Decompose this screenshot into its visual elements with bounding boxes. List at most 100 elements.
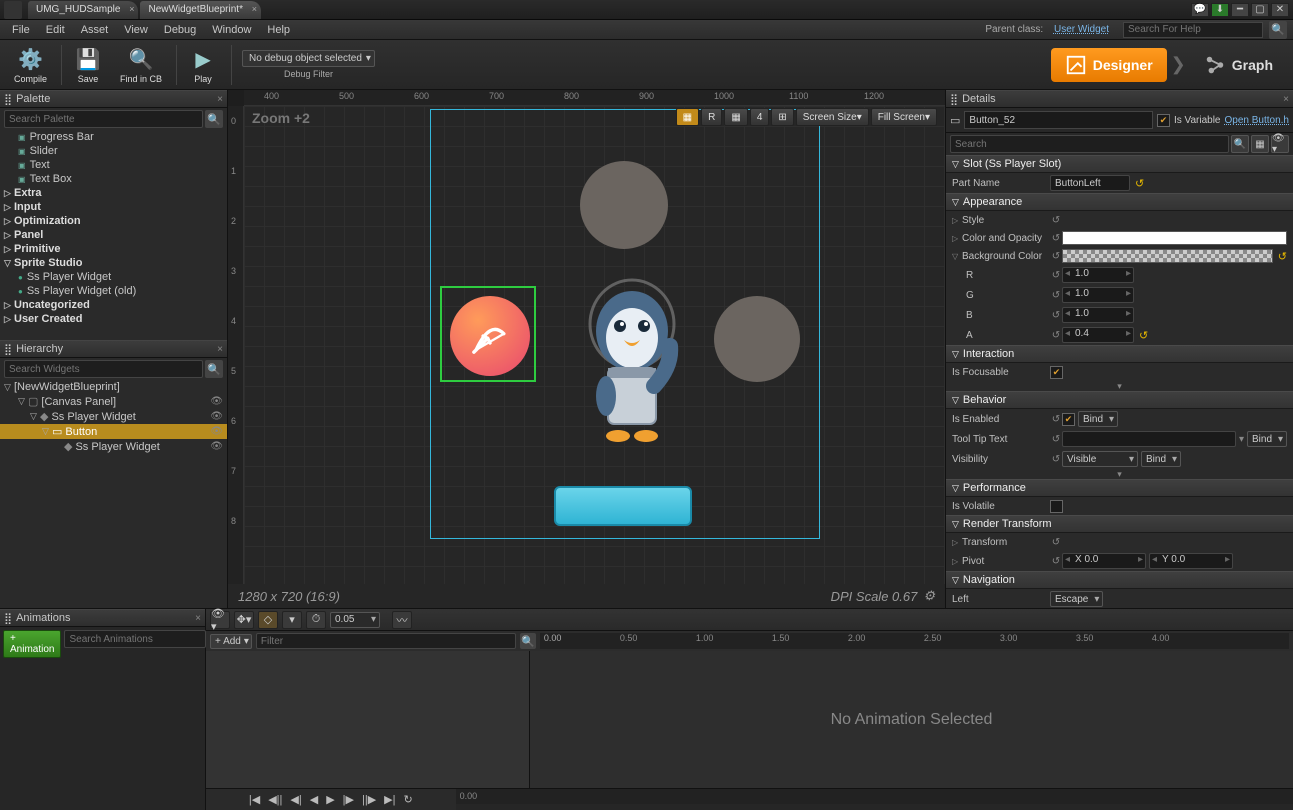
compile-button[interactable]: ⚙️ Compile <box>6 43 55 86</box>
add-animation-button[interactable]: + Animation <box>3 630 61 658</box>
is-volatile-checkbox[interactable] <box>1050 500 1063 513</box>
view-toggle[interactable]: 👁▾ <box>210 611 230 629</box>
screen-size-dropdown[interactable]: Screen Size ▾ <box>796 108 869 126</box>
reset-icon[interactable]: ↺ <box>1050 290 1062 301</box>
bind-dropdown[interactable]: Bind <box>1141 451 1181 467</box>
palette-item[interactable]: ▣Progress Bar <box>0 130 227 144</box>
frame-forward-icon[interactable]: |▶ <box>341 793 356 806</box>
palette-category[interactable]: ▷Panel <box>0 228 227 242</box>
bind-dropdown[interactable]: Bind <box>1078 411 1118 427</box>
document-tab[interactable]: NewWidgetBlueprint* × <box>140 1 261 19</box>
snap-toggle[interactable]: ✥▾ <box>234 611 254 629</box>
details-search[interactable] <box>950 135 1229 153</box>
goto-end-icon[interactable]: ▶| <box>382 793 397 806</box>
grid-snap-value[interactable]: 4 <box>750 108 770 126</box>
hierarchy-item[interactable]: ▽◆Ss Player Widget👁 <box>0 409 227 424</box>
notification-icon[interactable]: 💬 <box>1191 3 1209 17</box>
menu-asset[interactable]: Asset <box>73 24 117 36</box>
palette-category[interactable]: ▷User Created <box>0 312 227 326</box>
reset-icon[interactable]: ↺ <box>1050 537 1062 548</box>
menu-window[interactable]: Window <box>204 24 259 36</box>
hierarchy-search[interactable] <box>4 360 203 378</box>
palette-item[interactable]: ▣Slider <box>0 144 227 158</box>
palette-category[interactable]: ▷Input <box>0 200 227 214</box>
fps-dropdown[interactable]: 0.05 <box>330 612 380 628</box>
palette-category[interactable]: ▷Optimization <box>0 214 227 228</box>
palette-item[interactable]: ▣Text Box <box>0 172 227 186</box>
g-value[interactable]: 1.0 <box>1062 287 1134 303</box>
key-dropdown[interactable]: ▾ <box>282 611 302 629</box>
reset-icon[interactable]: ↺ <box>1278 250 1287 263</box>
parent-class-link[interactable]: User Widget <box>1054 24 1109 35</box>
reset-icon[interactable]: ↺ <box>1050 233 1062 244</box>
graph-mode-tab[interactable]: Graph <box>1190 48 1287 82</box>
category-appearance[interactable]: ▽Appearance <box>946 193 1293 211</box>
category-performance[interactable]: ▽Performance <box>946 479 1293 497</box>
category-interaction[interactable]: ▽Interaction <box>946 345 1293 363</box>
reset-icon[interactable]: ↺ <box>1050 454 1062 465</box>
r-value[interactable]: 1.0 <box>1062 267 1134 283</box>
expand-icon[interactable]: ▾ <box>946 469 1293 479</box>
menu-edit[interactable]: Edit <box>38 24 73 36</box>
category-navigation[interactable]: ▽Navigation <box>946 571 1293 589</box>
bind-dropdown[interactable]: Bind <box>1247 431 1287 447</box>
palette-search[interactable] <box>4 110 203 128</box>
search-icon[interactable]: 🔍 <box>1269 21 1287 39</box>
canvas[interactable]: Zoom +2 <box>244 106 945 584</box>
source-control-icon[interactable]: ⬇ <box>1211 3 1229 17</box>
reset-icon[interactable]: ↺ <box>1050 434 1062 445</box>
palette-item[interactable]: ▣Text <box>0 158 227 172</box>
close-icon[interactable]: × <box>217 94 223 105</box>
color-swatch[interactable] <box>1062 249 1273 263</box>
timeline-ruler[interactable]: 0.00 0.50 1.00 1.50 2.00 2.50 3.00 3.50 … <box>540 633 1289 649</box>
viewport[interactable]: 400 500 600 700 800 900 1000 1100 1200 0… <box>228 90 945 608</box>
hierarchy-root[interactable]: ▽[NewWidgetBlueprint] <box>0 380 227 394</box>
category-render[interactable]: ▽Render Transform <box>946 515 1293 533</box>
timeline-body[interactable]: No Animation Selected <box>530 651 1293 788</box>
close-button[interactable]: ✕ <box>1271 3 1289 17</box>
palette-category[interactable]: ▷Uncategorized <box>0 298 227 312</box>
hierarchy-item[interactable]: ▽▢[Canvas Panel]👁 <box>0 394 227 409</box>
nav-left-dropdown[interactable]: Escape <box>1050 591 1103 607</box>
is-variable-checkbox[interactable]: ✔ <box>1157 114 1170 127</box>
search-icon[interactable]: 🔍 <box>520 633 536 649</box>
layout-transform-button[interactable]: ▦ <box>676 108 699 126</box>
widget-name-field[interactable] <box>964 111 1153 129</box>
palette-category[interactable]: ▷Primitive <box>0 242 227 256</box>
category-behavior[interactable]: ▽Behavior <box>946 391 1293 409</box>
close-icon[interactable]: × <box>1283 94 1289 105</box>
close-icon[interactable]: × <box>252 4 257 14</box>
maximize-button[interactable]: ▢ <box>1251 3 1269 17</box>
hierarchy-item[interactable]: ◆Ss Player Widget👁 <box>0 439 227 454</box>
reset-icon[interactable]: ↺ <box>1050 215 1062 226</box>
track-filter[interactable] <box>256 633 516 649</box>
details-panel-header[interactable]: ⣿ Details × <box>946 90 1293 108</box>
reset-icon[interactable]: ↺ <box>1050 251 1062 262</box>
search-icon[interactable]: 🔍 <box>205 360 223 378</box>
category-slot[interactable]: ▽Slot (Ss Player Slot) <box>946 155 1293 173</box>
part-name-field[interactable] <box>1050 175 1130 191</box>
timeline-scrollbar[interactable]: 0.00 <box>456 788 1293 804</box>
gear-icon[interactable]: ⚙ <box>923 588 935 604</box>
outline-toggle[interactable]: ⊞ <box>771 108 793 126</box>
step-back-icon[interactable]: ◀|| <box>266 793 284 806</box>
palette-item[interactable]: ●Ss Player Widget (old) <box>0 284 227 298</box>
save-button[interactable]: 💾 Save <box>66 43 110 86</box>
pivot-x[interactable]: X 0.0 <box>1062 553 1146 569</box>
reset-icon[interactable]: ↺ <box>1050 310 1062 321</box>
palette-category[interactable]: ▽Sprite Studio <box>0 256 227 270</box>
tooltip-field[interactable] <box>1062 431 1236 447</box>
reset-icon[interactable]: ↺ <box>1050 556 1062 567</box>
menu-debug[interactable]: Debug <box>156 24 204 36</box>
b-value[interactable]: 1.0 <box>1062 307 1134 323</box>
animations-panel-header[interactable]: ⣿ Animations × <box>0 609 205 627</box>
debug-object-dropdown[interactable]: No debug object selected <box>242 50 375 67</box>
is-focusable-checkbox[interactable]: ✔ <box>1050 366 1063 379</box>
key-button[interactable]: ◇ <box>258 611 278 629</box>
help-search[interactable] <box>1123 22 1263 38</box>
reset-icon[interactable]: ↺ <box>1050 414 1062 425</box>
selected-widget[interactable] <box>440 286 536 382</box>
frame-back-icon[interactable]: ◀| <box>288 793 303 806</box>
visibility-icon[interactable]: 👁 <box>210 426 223 437</box>
pivot-y[interactable]: Y 0.0 <box>1149 553 1233 569</box>
